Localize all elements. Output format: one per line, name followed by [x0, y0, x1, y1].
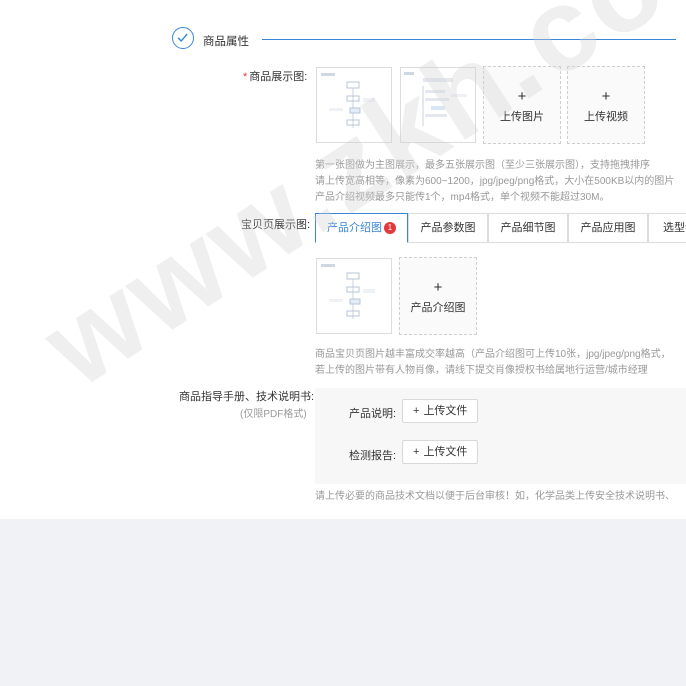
page-background	[0, 519, 686, 686]
manuals-hint: 请上传必要的商品技术文档以便于后台审核！如，化学品类上传安全技术说明书、	[315, 491, 675, 502]
tab-selection-label: 选型参	[663, 222, 686, 234]
upload-intro-image-button[interactable]: + 产品介绍图	[399, 257, 477, 335]
section-divider	[262, 39, 676, 40]
display-images-label-text: 商品展示图:	[249, 71, 308, 83]
tab-product-intro-label: 产品介绍图	[327, 222, 382, 234]
upload-image-label: 上传图片	[500, 111, 544, 123]
display-image-thumbnail-1[interactable]	[316, 67, 392, 143]
tab-selection[interactable]: 选型参	[648, 213, 686, 243]
tab-badge: 1	[384, 222, 396, 234]
detail-images-hint-2: 若上传的图片带有人物肖像，请线下提交肖像授权书给属地行运营/城市经理	[315, 365, 648, 376]
manuals-upload-box	[315, 388, 686, 484]
tab-product-params-label: 产品参数图	[420, 222, 476, 234]
product-manual-label: 产品说明:	[349, 408, 397, 420]
upload-icon: +	[413, 405, 420, 417]
tab-product-params[interactable]: 产品参数图	[408, 213, 488, 243]
display-images-hint-3: 产品介绍视频最多只能传1个，mp4格式，单个视频不能超过30M。	[315, 192, 610, 203]
upload-test-report-label: 上传文件	[423, 446, 468, 458]
display-images-hint-2: 请上传宽高相等，像素为600~1200，jpg/jpeg/png格式，大小在50…	[315, 176, 675, 187]
tab-product-details[interactable]: 产品细节图	[488, 213, 568, 243]
display-image-thumbnail-2[interactable]	[400, 67, 476, 143]
tab-product-application[interactable]: 产品应用图	[568, 213, 648, 243]
intro-image-thumbnail[interactable]	[316, 258, 392, 334]
tab-product-details-label: 产品细节图	[500, 222, 556, 234]
upload-test-report-button[interactable]: + 上传文件	[402, 440, 479, 464]
plus-icon: +	[517, 88, 527, 105]
display-images-label: * 商品展示图:	[243, 68, 307, 84]
section-title: 商品属性	[203, 36, 249, 48]
detail-images-label: 宝贝页展示图:	[241, 219, 311, 231]
manuals-sublabel: (仅限PDF格式)	[240, 409, 307, 420]
required-mark: *	[243, 71, 248, 83]
manuals-label: 商品指导手册、技术说明书:	[179, 391, 315, 403]
tab-product-intro[interactable]: 产品介绍图 1	[315, 213, 408, 243]
tab-product-application-label: 产品应用图	[580, 222, 636, 234]
check-circle-icon	[172, 27, 194, 49]
test-report-label: 检测报告:	[349, 450, 397, 462]
upload-video-label: 上传视频	[584, 111, 628, 123]
plus-icon: +	[433, 279, 443, 296]
upload-product-manual-button[interactable]: + 上传文件	[402, 399, 479, 423]
detail-images-hint-1: 商品宝贝页图片越丰富成交率越高（产品介绍图可上传10张，jpg/jpeg/png…	[315, 349, 671, 360]
display-images-hint-1: 第一张图做为主图展示，最多五张展示图（至少三张展示图），支持拖拽排序	[315, 160, 650, 171]
upload-image-button[interactable]: + 上传图片	[483, 66, 561, 144]
product-attributes-panel: 商品属性 * 商品展示图: + 上传图片 + 上传视频 第一张图做为主图展示，最…	[0, 0, 686, 519]
upload-intro-image-label: 产品介绍图	[410, 302, 466, 314]
plus-icon: +	[601, 88, 611, 105]
upload-icon: +	[413, 446, 420, 458]
upload-video-button[interactable]: + 上传视频	[567, 66, 645, 144]
upload-product-manual-label: 上传文件	[423, 405, 468, 417]
